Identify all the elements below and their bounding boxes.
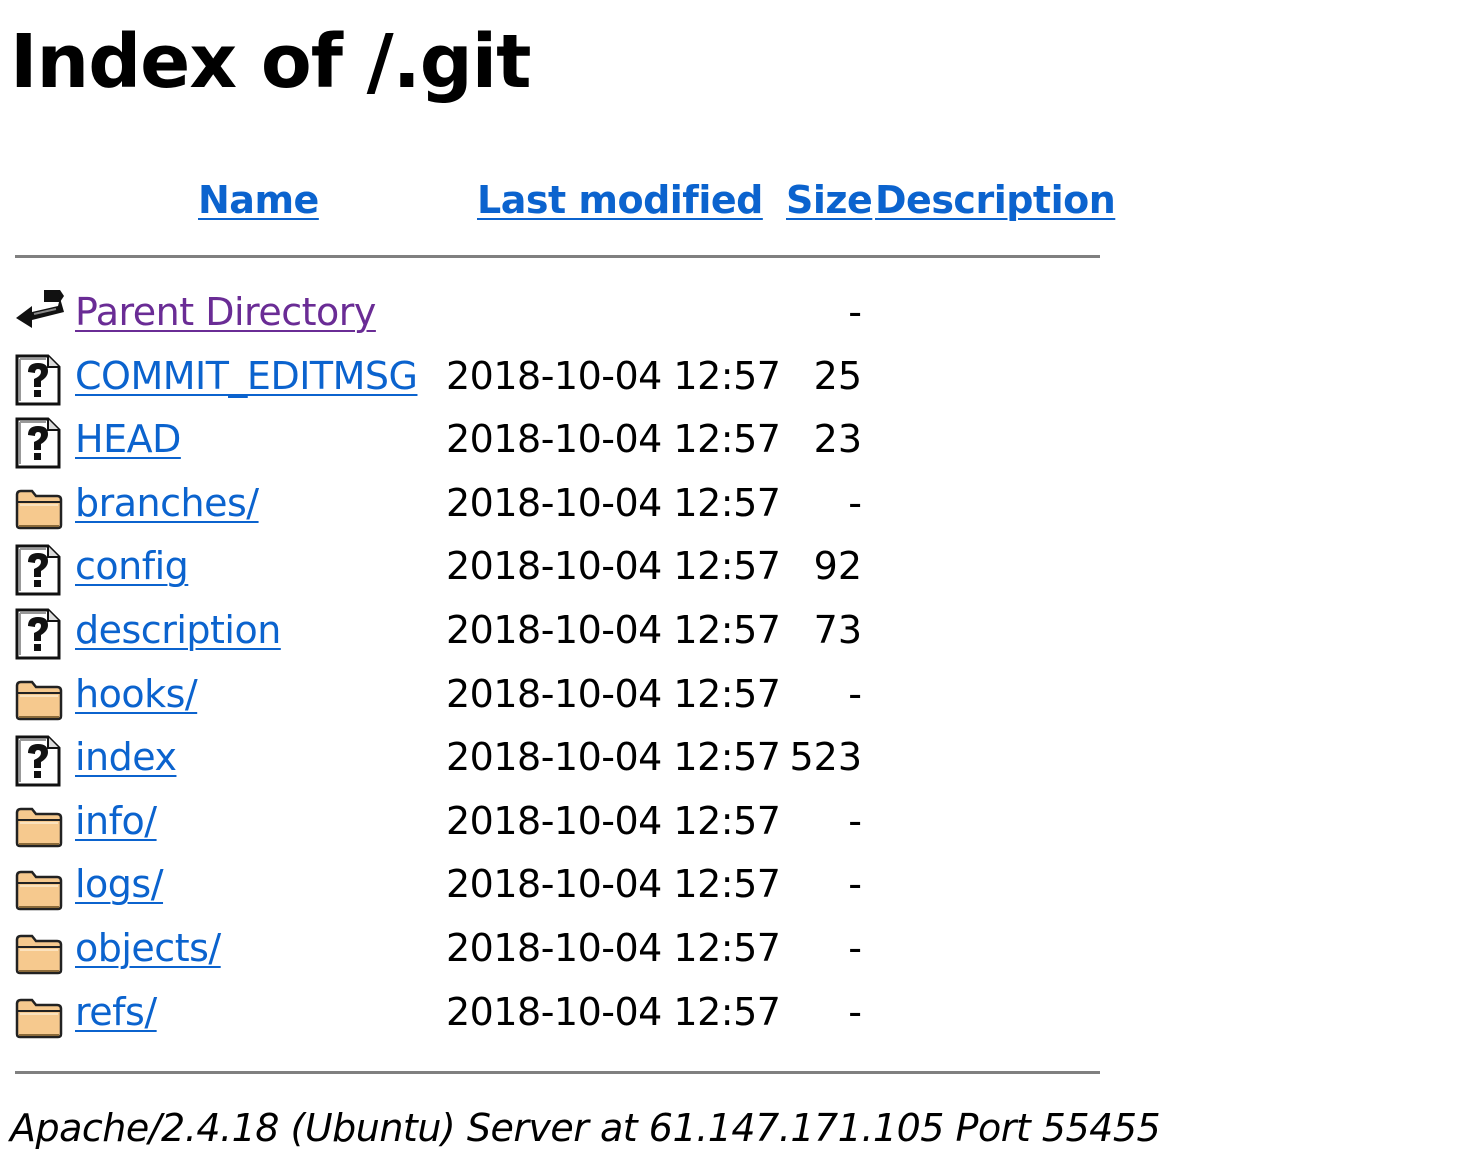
last-modified-cell: 2018-10-04 12:57 — [446, 989, 781, 1034]
column-header-last-modified[interactable]: Last modified — [477, 176, 763, 224]
size-cell: 523 — [789, 735, 862, 780]
last-modified-cell: 2018-10-04 12:57 — [446, 544, 781, 589]
table-row: COMMIT_EDITMSG 2018-10-04 12:57 25 — [0, 350, 1100, 412]
size-cell: - — [848, 480, 862, 525]
size-cell: - — [848, 989, 862, 1034]
server-signature: Apache/2.4.18 (Ubuntu) Server at 61.147.… — [10, 1106, 1161, 1150]
size-cell: 73 — [813, 608, 862, 652]
table-row: refs/2018-10-04 12:57 - — [0, 986, 1100, 1048]
last-modified-cell: 2018-10-04 12:57 — [446, 798, 781, 843]
folder-icon — [14, 928, 63, 980]
file-link[interactable]: HEAD — [75, 415, 181, 463]
table-row: config 2018-10-04 12:57 92 — [0, 540, 1100, 602]
size-cell: - — [848, 862, 862, 907]
folder-icon — [14, 992, 63, 1044]
last-modified-cell: 2018-10-04 12:57 — [446, 353, 781, 398]
size-cell: 92 — [813, 544, 862, 589]
file-link[interactable]: COMMIT_EDITMSG — [75, 352, 418, 400]
file-link[interactable]: objects/ — [75, 924, 221, 972]
size-cell: - — [848, 671, 862, 716]
directory-listing-page: Index of /.git Name Last modified Size D… — [0, 0, 1468, 1159]
folder-icon — [14, 864, 63, 916]
top-divider — [15, 255, 1100, 258]
table-row: logs/2018-10-04 12:57 - — [0, 858, 1100, 920]
table-row: objects/2018-10-04 12:57 - — [0, 922, 1100, 984]
table-row: branches/2018-10-04 12:57 - — [0, 477, 1100, 539]
table-row: hooks/2018-10-04 12:57 - — [0, 668, 1100, 730]
folder-icon — [14, 483, 63, 535]
file-link[interactable]: description — [75, 606, 281, 654]
last-modified-cell: 2018-10-04 12:57 — [446, 862, 781, 907]
file-link[interactable]: config — [75, 542, 189, 590]
bottom-divider — [15, 1071, 1100, 1074]
column-header-name[interactable]: Name — [198, 176, 319, 224]
unknown-file-icon — [14, 354, 62, 406]
size-cell: 23 — [813, 417, 862, 462]
column-header-size[interactable]: Size — [786, 176, 873, 224]
size-cell: - — [848, 926, 862, 970]
table-row: description 2018-10-04 12:57 73 — [0, 604, 1100, 666]
unknown-file-icon — [14, 544, 62, 596]
parent-directory-row: Parent Directory - — [0, 286, 1100, 348]
size-cell: - — [848, 798, 862, 843]
last-modified-cell: 2018-10-04 12:57 — [446, 926, 781, 970]
file-link[interactable]: hooks/ — [75, 670, 198, 718]
file-link[interactable]: info/ — [75, 797, 157, 845]
file-link[interactable]: refs/ — [75, 988, 157, 1036]
last-modified-cell: 2018-10-04 12:57 — [446, 417, 781, 462]
last-modified-cell: 2018-10-04 12:57 — [446, 608, 781, 652]
parent-directory-icon — [14, 286, 64, 338]
last-modified-cell: 2018-10-04 12:57 — [446, 480, 781, 525]
folder-icon — [14, 674, 63, 726]
last-modified-cell: 2018-10-04 12:57 — [446, 735, 781, 780]
file-link[interactable]: index — [75, 733, 177, 781]
page-title: Index of /.git — [10, 19, 532, 105]
unknown-file-icon — [14, 417, 62, 469]
folder-icon — [14, 801, 63, 853]
table-row: info/2018-10-04 12:57 - — [0, 795, 1100, 857]
parent-directory-link[interactable]: Parent Directory — [75, 288, 376, 336]
unknown-file-icon — [14, 608, 62, 660]
file-link[interactable]: branches/ — [75, 479, 259, 527]
size-cell: 25 — [813, 353, 862, 398]
table-row: HEAD 2018-10-04 12:57 23 — [0, 413, 1100, 475]
file-link[interactable]: logs/ — [75, 860, 164, 908]
size-cell: - — [848, 290, 862, 334]
column-header-description[interactable]: Description — [875, 176, 1116, 224]
unknown-file-icon — [14, 735, 62, 787]
table-row: index 2018-10-04 12:57 523 — [0, 731, 1100, 793]
last-modified-cell: 2018-10-04 12:57 — [446, 671, 781, 716]
